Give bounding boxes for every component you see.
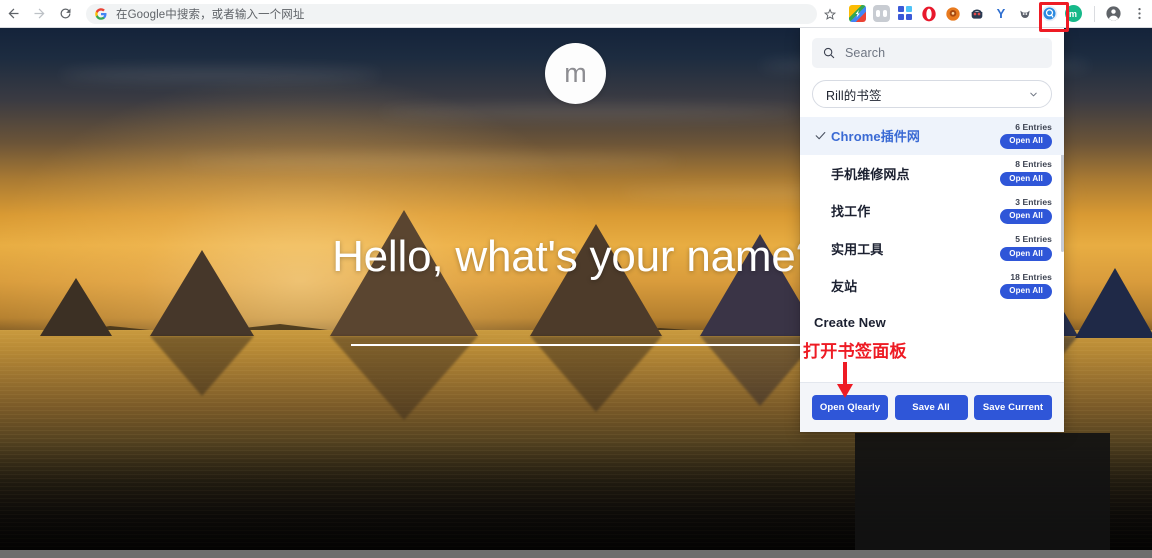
- folder-row-chrome-plugin[interactable]: Chrome插件网 6 Entries Open All: [800, 117, 1064, 155]
- folder-name: Chrome插件网: [831, 126, 1000, 145]
- tent-reflection: [330, 336, 478, 420]
- grey-panel-icon: [873, 5, 890, 22]
- reload-button[interactable]: [52, 1, 78, 27]
- tent-reflection: [530, 336, 662, 412]
- yandex-y-icon: Y: [993, 5, 1010, 22]
- search-placeholder: Search: [845, 46, 885, 60]
- extension-toolbar: Y m: [845, 2, 1089, 26]
- popup-search-area: Search: [800, 28, 1064, 68]
- folder-row-phone-repair[interactable]: 手机维修网点 8 Entries Open All: [800, 155, 1064, 193]
- forward-button[interactable]: [26, 1, 52, 27]
- folder-row-useful-tools[interactable]: 实用工具 5 Entries Open All: [800, 230, 1064, 268]
- chevron-down-icon: [1028, 89, 1039, 100]
- bookmark-star-button[interactable]: [821, 5, 839, 23]
- folder-meta: 8 Entries Open All: [1000, 160, 1052, 186]
- qlearly-icon: [1041, 5, 1058, 22]
- folder-row-job-search[interactable]: 找工作 3 Entries Open All: [800, 192, 1064, 230]
- open-all-button[interactable]: Open All: [1000, 209, 1052, 224]
- extension-grey-panel-button[interactable]: [869, 2, 893, 26]
- entries-count: 8 Entries: [1015, 160, 1052, 169]
- entries-count: 3 Entries: [1015, 198, 1052, 207]
- folder-meta: 18 Entries Open All: [1000, 273, 1052, 299]
- cloud: [60, 68, 380, 82]
- tent-shape: [40, 278, 112, 336]
- entries-count: 5 Entries: [1015, 235, 1052, 244]
- create-new-row[interactable]: Create New: [800, 305, 1064, 341]
- open-all-button[interactable]: Open All: [1000, 134, 1052, 149]
- extension-qlearly-button[interactable]: [1037, 2, 1061, 26]
- folder-select-dropdown[interactable]: Rill的书签: [812, 80, 1052, 108]
- cloud: [180, 156, 680, 167]
- extension-colorful-arrow-button[interactable]: [845, 2, 869, 26]
- folder-name: 实用工具: [831, 239, 1000, 258]
- checkmark-icon: [814, 129, 831, 142]
- account-circle-icon: [1105, 5, 1122, 22]
- orange-shield-icon: [945, 5, 962, 22]
- annotation-arrow: [836, 362, 854, 403]
- dark-mask-icon: [969, 5, 986, 22]
- save-all-button[interactable]: Save All: [895, 395, 968, 420]
- folder-row-friend-sites[interactable]: 友站 18 Entries Open All: [800, 267, 1064, 305]
- open-all-button[interactable]: Open All: [1000, 247, 1052, 262]
- cat-face-icon: [1017, 5, 1034, 22]
- arrow-down-icon: [836, 362, 854, 398]
- extension-cat-button[interactable]: [1013, 2, 1037, 26]
- extension-green-m-button[interactable]: m: [1061, 2, 1085, 26]
- extension-orange-shield-button[interactable]: [941, 2, 965, 26]
- star-icon: [823, 7, 837, 21]
- extension-dark-mask-button[interactable]: [965, 2, 989, 26]
- name-input-underline[interactable]: [351, 344, 801, 346]
- folder-meta: 5 Entries Open All: [1000, 235, 1052, 261]
- folder-meta: 3 Entries Open All: [1000, 198, 1052, 224]
- cloud: [380, 106, 800, 118]
- open-all-button[interactable]: Open All: [1000, 284, 1052, 299]
- extension-opera-button[interactable]: [917, 2, 941, 26]
- folder-meta: 6 Entries Open All: [1000, 123, 1052, 149]
- opera-o-icon: [921, 5, 938, 22]
- arrow-left-icon: [6, 6, 21, 21]
- browser-toolbar: 在Google中搜索，或者输入一个网址: [0, 0, 1152, 28]
- folder-name: 手机维修网点: [831, 164, 1000, 183]
- reload-icon: [58, 6, 73, 21]
- back-button[interactable]: [0, 1, 26, 27]
- chrome-menu-button[interactable]: [1126, 1, 1152, 27]
- address-bar[interactable]: 在Google中搜索，或者输入一个网址: [86, 4, 817, 24]
- search-icon: [822, 46, 836, 60]
- save-current-button[interactable]: Save Current: [974, 395, 1052, 420]
- folder-select-value: Rill的书签: [826, 85, 882, 104]
- entries-count: 18 Entries: [1010, 273, 1052, 282]
- tent-reflection: [150, 336, 254, 396]
- search-input[interactable]: Search: [812, 38, 1052, 68]
- colorful-arrow-icon: [849, 5, 866, 22]
- profile-button[interactable]: [1100, 1, 1126, 27]
- toolbar-divider: [1094, 6, 1095, 22]
- avatar-letter: m: [564, 60, 587, 87]
- screenshot-root: m Hello, what's your name?: [0, 0, 1152, 558]
- avatar: m: [545, 43, 606, 104]
- entries-count: 6 Entries: [1015, 123, 1052, 132]
- create-new-label: Create New: [814, 315, 886, 330]
- annotation-text: 打开书签面板: [803, 337, 907, 362]
- green-m-icon: m: [1065, 5, 1082, 22]
- folder-name: 友站: [831, 276, 1000, 295]
- blue-squares-icon: [897, 5, 914, 22]
- extension-blue-squares-button[interactable]: [893, 2, 917, 26]
- arrow-right-icon: [32, 6, 47, 21]
- three-dot-menu-icon: [1132, 6, 1147, 21]
- extension-yandex-button[interactable]: Y: [989, 2, 1013, 26]
- address-bar-text: 在Google中搜索，或者输入一个网址: [116, 6, 304, 22]
- open-all-button[interactable]: Open All: [1000, 172, 1052, 187]
- dark-overlay-block: [855, 433, 1110, 558]
- google-g-icon: [95, 8, 107, 20]
- folder-name: 找工作: [831, 201, 1000, 220]
- bottom-scrollbar-strip: [0, 550, 1152, 558]
